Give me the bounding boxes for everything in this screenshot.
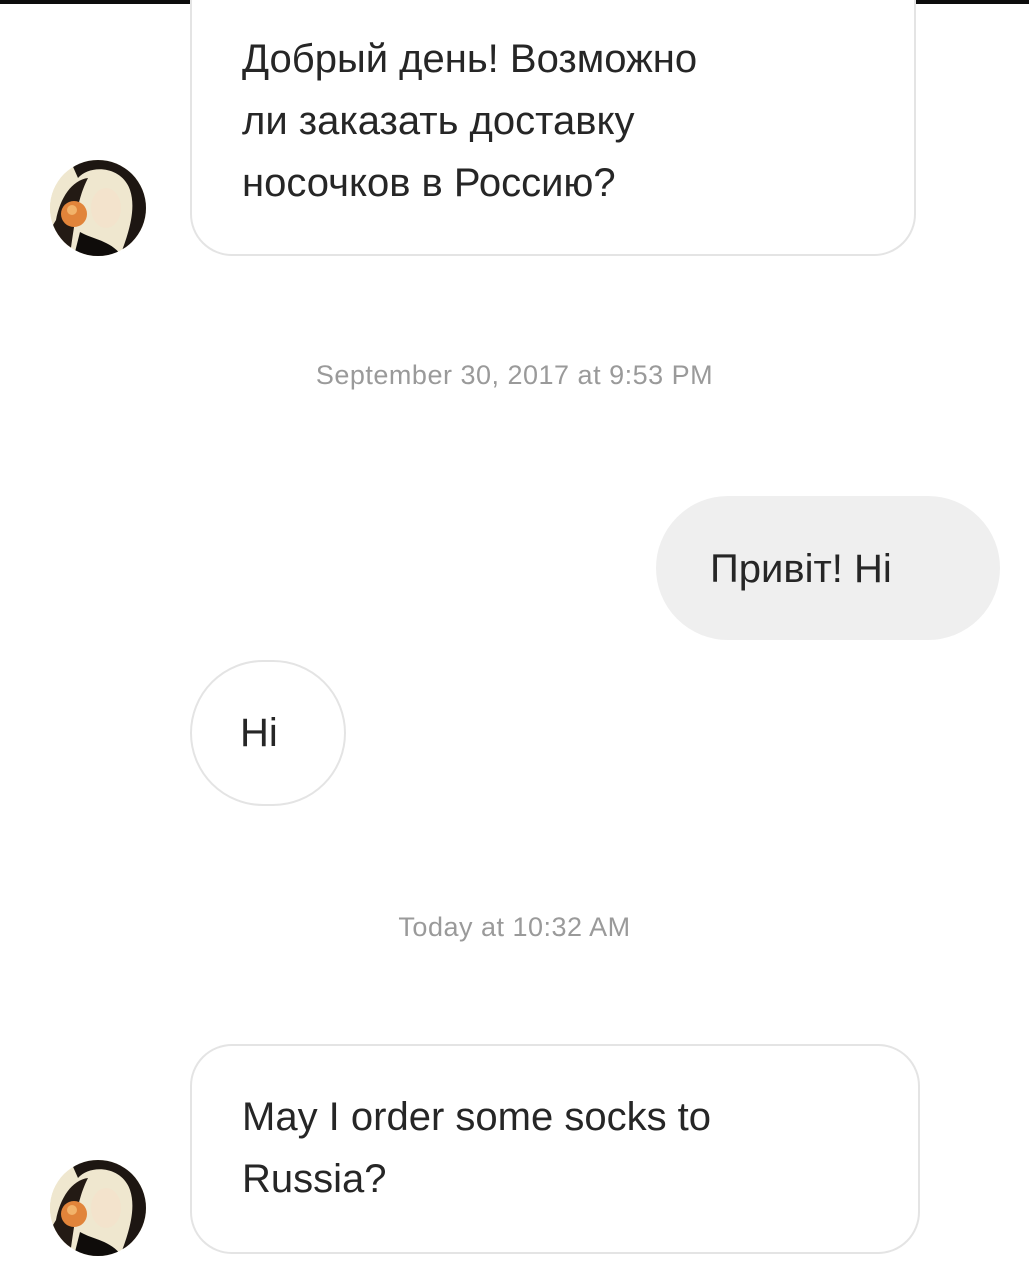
message-text: Привіт! Hi xyxy=(710,547,892,591)
message-text: Добрый день! Возможно ли заказать достав… xyxy=(242,37,698,205)
message-timestamp: Today at 10:32 AM xyxy=(398,912,631,942)
avatar-photo-icon xyxy=(50,1160,146,1256)
message-text: May I order some socks to Russia? xyxy=(242,1095,712,1201)
outgoing-message-bubble[interactable]: Привіт! Hi xyxy=(656,496,1000,640)
contact-avatar[interactable] xyxy=(50,1160,146,1256)
message-timestamp: September 30, 2017 at 9:53 PM xyxy=(315,360,714,390)
incoming-message-bubble[interactable]: Hi xyxy=(190,660,346,806)
contact-avatar[interactable] xyxy=(50,160,146,256)
chat-thread: Добрый день! Возможно ли заказать достав… xyxy=(0,0,1029,1280)
message-text: Hi xyxy=(240,711,278,755)
incoming-message-bubble[interactable]: Добрый день! Возможно ли заказать достав… xyxy=(190,0,916,256)
incoming-message-bubble[interactable]: May I order some socks to Russia? xyxy=(190,1044,920,1254)
avatar-photo-icon xyxy=(50,160,146,256)
